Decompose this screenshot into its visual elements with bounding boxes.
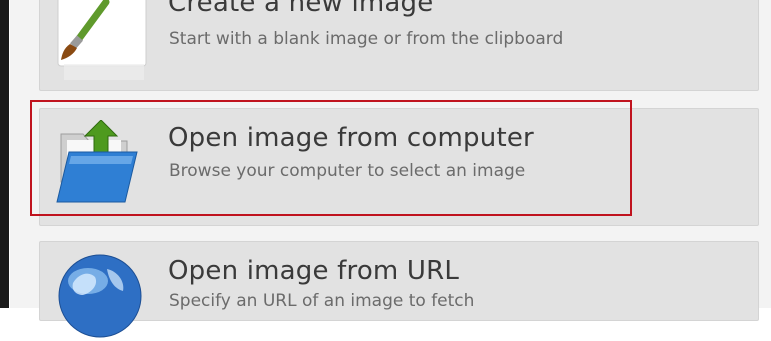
create-new-image-subtitle: Start with a blank image or from the cli… (169, 29, 564, 49)
folder-upload-icon (56, 120, 138, 203)
open-from-computer-title: Open image from computer (168, 123, 534, 153)
create-new-image-title: Create a new image (168, 0, 434, 18)
window-left-edge (0, 0, 9, 308)
paintbrush-icon (57, 0, 147, 80)
open-from-computer-subtitle: Browse your computer to select an image (169, 161, 526, 181)
globe-icon (58, 254, 142, 338)
open-from-url-title: Open image from URL (168, 256, 460, 286)
open-from-url-subtitle: Specify an URL of an image to fetch (169, 291, 475, 311)
